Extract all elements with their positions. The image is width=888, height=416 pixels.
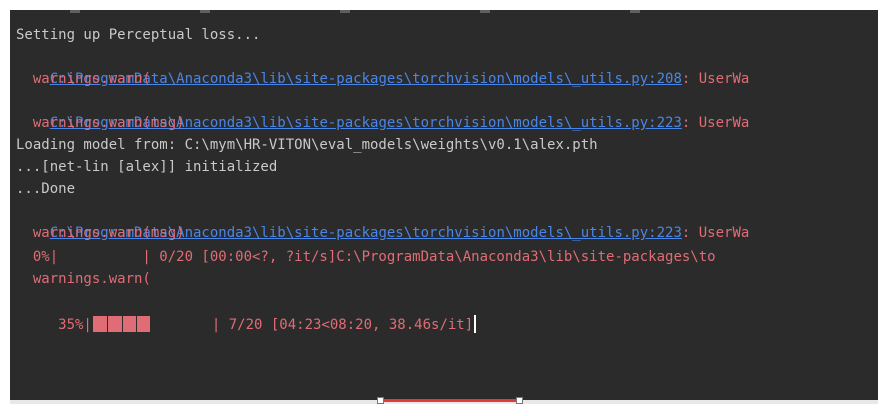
progress-line: 0%| | 0/20 [00:00<?, ?it/s]C:\ProgramDat… bbox=[16, 249, 716, 265]
log-line: warnings.warn(msg) bbox=[16, 115, 185, 131]
warning-text: : UserWa bbox=[681, 71, 750, 87]
progress-bar-remaining bbox=[150, 317, 212, 331]
log-line: warnings.warn( bbox=[16, 71, 151, 87]
progress-bar bbox=[92, 316, 150, 332]
log-line: warnings.warn( bbox=[16, 271, 151, 287]
terminal-output[interactable]: Setting up Perceptual loss... C:\Program… bbox=[10, 10, 878, 404]
resize-handle-right[interactable] bbox=[516, 397, 523, 404]
log-line: Setting up Perceptual loss... bbox=[16, 27, 261, 43]
progress-status: | 7/20 [04:23<08:20, 38.46s/it] bbox=[211, 317, 474, 333]
window-resize-indicator[interactable] bbox=[377, 397, 523, 404]
warning-text: : UserWa bbox=[681, 115, 750, 131]
resize-handle-left[interactable] bbox=[377, 397, 384, 404]
log-line: C:\ProgramData\Anaconda3\lib\site-packag… bbox=[16, 90, 750, 131]
log-line: Loading model from: C:\mym\HR-VITON\eval… bbox=[16, 137, 598, 153]
log-line: warnings.warn(msg) bbox=[16, 225, 185, 241]
log-line: ...[net-lin [alex]] initialized bbox=[16, 159, 278, 175]
log-line: ...Done bbox=[16, 181, 76, 197]
log-line: C:\ProgramData\Anaconda3\lib\site-packag… bbox=[16, 200, 750, 241]
log-line: C:\ProgramData\Anaconda3\lib\site-packag… bbox=[16, 46, 750, 87]
progress-percent: 35%| bbox=[49, 317, 92, 333]
clipped-previous-line bbox=[10, 10, 878, 16]
progress-line-active: 35%| | 7/20 [04:23<08:20, 38.46s/it] bbox=[16, 292, 477, 333]
text-cursor bbox=[474, 315, 477, 333]
warning-text: : UserWa bbox=[681, 225, 750, 241]
